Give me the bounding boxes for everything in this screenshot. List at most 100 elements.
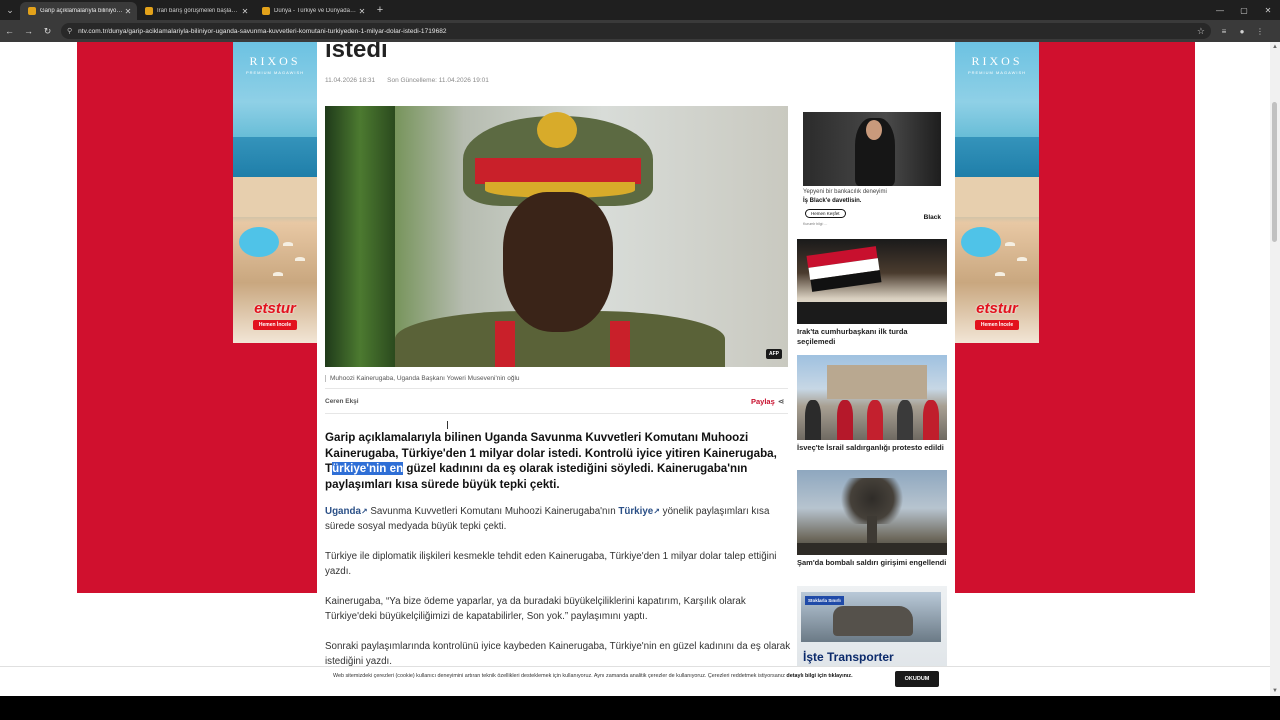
external-link-icon: ↗ (360, 507, 368, 516)
new-tab-icon[interactable]: + (371, 4, 389, 16)
cookie-accept-button[interactable]: OKUDUM (895, 671, 939, 687)
rail-news-item[interactable]: Şam'da bombalı saldırı girişimi engellen… (797, 470, 947, 568)
rail-news-item[interactable]: Irak'ta cumhurbaşkanı ilk turda seçileme… (797, 239, 947, 347)
scroll-down-icon[interactable]: ▼ (1270, 686, 1280, 696)
news-thumbnail[interactable] (797, 239, 947, 324)
tag-link-uganda[interactable]: Uganda↗ (325, 506, 368, 517)
foliage-shape (325, 106, 395, 367)
tab-close-icon[interactable]: ✕ (123, 7, 133, 16)
scroll-up-icon[interactable]: ▲ (1270, 42, 1280, 52)
sea-image (955, 137, 1039, 177)
crowd-shape (797, 302, 947, 324)
building-shape (827, 365, 927, 399)
cap-badge-shape (537, 112, 577, 148)
beach-image (955, 177, 1039, 217)
minimize-icon[interactable]: — (1208, 0, 1232, 20)
ad-tag: Stoklarla Sınırlı (805, 596, 844, 605)
ad-headline: İşte Transporter (803, 650, 894, 664)
article-paragraph: Sonraki paylaşımlarında kontrolünü iyice… (325, 641, 791, 667)
reload-icon[interactable]: ↻ (38, 20, 57, 42)
umbrella-shape (273, 272, 283, 276)
tab-title: İran barış görüşmeleri başladı... (157, 8, 240, 14)
media-control-icon[interactable]: ≡ (1215, 27, 1233, 36)
paragraph-text: Savunma Kuvvetleri Komutanı Muhoozi Kain… (367, 506, 619, 517)
person-shape (867, 400, 883, 440)
lapel-shape (495, 321, 515, 367)
external-link-icon: ↗ (653, 507, 660, 516)
article-paragraph: Türkiye ile diplomatik ilişkileri kesmek… (325, 551, 777, 577)
site-info-icon[interactable]: ⚲ (67, 27, 72, 35)
cookie-details-link[interactable]: detaylı bilgi için tıklayınız. (786, 673, 852, 679)
tab-3[interactable]: Dünya - Türkiye ve Dünyadan G... ✕ (254, 2, 371, 20)
tab-1[interactable]: Garip açıklamalarıyla biliniyor... ✕ (20, 2, 137, 20)
person-shape (897, 400, 913, 440)
news-thumbnail[interactable] (797, 355, 947, 440)
back-icon[interactable]: ← (0, 20, 19, 42)
article-hero-image: AFP (325, 106, 788, 367)
menu-icon[interactable]: ⋮ (1251, 27, 1269, 36)
person-shape (805, 400, 821, 440)
ad-fineprint: Kurumlr bilgi: ... (803, 222, 828, 226)
article-meta: 11.04.2026 18:31 Son Güncelleme: 11.04.2… (325, 77, 489, 84)
tab-title: Garip açıklamalarıyla biliniyor... (40, 8, 123, 14)
article-paragraph: Kainerugaba, “Ya bize ödeme yaparlar, ya… (325, 596, 746, 622)
ad-cta-button[interactable]: Hemen Keşfet (805, 209, 846, 218)
skin-cta-button[interactable]: Hemen İncele (253, 320, 297, 330)
van-shape (833, 606, 913, 636)
skin-cta-button[interactable]: Hemen İncele (975, 320, 1019, 330)
profile-icon[interactable]: ● (1233, 27, 1251, 36)
article-paragraph: Uganda↗ Savunma Kuvvetleri Komutanı Muho… (325, 504, 791, 534)
rixos-logo: RIXOS (971, 54, 1023, 68)
tab-close-icon[interactable]: ✕ (240, 7, 250, 16)
scrollbar-thumb[interactable] (1272, 102, 1277, 242)
image-caption: Muhoozi Kainerugaba, Uganda Başkanı Yowe… (325, 375, 520, 382)
updated-date: Son Güncelleme: 11.04.2026 19:01 (387, 77, 489, 84)
text-cursor (447, 421, 449, 429)
ground-shape (797, 543, 947, 555)
link-label: Uganda (325, 506, 361, 517)
cap-band-shape (475, 158, 641, 184)
news-title[interactable]: Şam'da bombalı saldırı girişimi engellen… (797, 558, 947, 568)
bookmark-star-icon[interactable]: ☆ (1197, 26, 1205, 37)
cookie-banner: Web sitemizdeki çerezleri (cookie) kulla… (0, 666, 1270, 696)
pool-image (961, 227, 1001, 257)
face-shape (503, 192, 613, 332)
author-name[interactable]: Ceren Ekşi (325, 398, 359, 405)
toolbar-icons: ≡ ● ⋮ (1215, 27, 1269, 36)
tag-link-turkiye[interactable]: Türkiye↗ (618, 506, 660, 517)
news-title[interactable]: Irak'ta cumhurbaşkanı ilk turda seçileme… (797, 327, 947, 347)
tab-search-icon[interactable]: ⌄ (0, 0, 20, 20)
url-field[interactable]: ⚲ ntv.com.tr/dunya/garip-aciklamalariyla… (61, 23, 1211, 39)
cookie-text: Web sitemizdeki çerezleri (cookie) kulla… (333, 672, 883, 680)
favicon-icon (145, 7, 153, 15)
person-shape (923, 400, 939, 440)
skin-ad-left[interactable]: RIXOS PREMIUM MAGAWISH etstur Hemen İnce… (233, 42, 317, 343)
smoke-column-shape (867, 516, 877, 546)
skin-ad-right[interactable]: RIXOS PREMIUM MAGAWISH etstur Hemen İnce… (955, 42, 1039, 343)
transporter-ad[interactable]: Stoklarla Sınırlı İşte Transporter (797, 586, 947, 676)
share-button[interactable]: Paylaş ⋖ (751, 397, 784, 406)
bank-ad[interactable]: Yepyeni bir bankacılık deneyimi İş Black… (803, 112, 941, 228)
cookie-message: Web sitemizdeki çerezleri (cookie) kulla… (333, 673, 785, 679)
beach-image (233, 177, 317, 217)
browser-tab-bar: ⌄ Garip açıklamalarıyla biliniyor... ✕ İ… (0, 0, 1280, 20)
page-scrollbar[interactable]: ▲ ▼ (1270, 42, 1280, 696)
os-taskbar (0, 696, 1280, 720)
link-label: Türkiye (618, 506, 654, 517)
umbrella-shape (295, 257, 305, 261)
article-lead: Garip açıklamalarıyla bilinen Uganda Sav… (325, 430, 785, 492)
face-shape (866, 120, 882, 140)
news-title[interactable]: İsveç'te İsrail saldırganlığı protesto e… (797, 443, 947, 453)
rail-news-item[interactable]: İsveç'te İsrail saldırganlığı protesto e… (797, 355, 947, 453)
etstur-logo: etstur (976, 300, 1018, 317)
window-controls: — ▢ ✕ (1208, 0, 1280, 20)
divider (325, 413, 788, 414)
umbrella-shape (995, 272, 1005, 276)
forward-icon[interactable]: → (19, 20, 38, 42)
close-window-icon[interactable]: ✕ (1256, 0, 1280, 20)
tab-close-icon[interactable]: ✕ (357, 7, 367, 16)
tab-2[interactable]: İran barış görüşmeleri başladı... ✕ (137, 2, 254, 20)
umbrella-shape (1017, 257, 1027, 261)
maximize-icon[interactable]: ▢ (1232, 0, 1256, 20)
news-thumbnail[interactable] (797, 470, 947, 555)
